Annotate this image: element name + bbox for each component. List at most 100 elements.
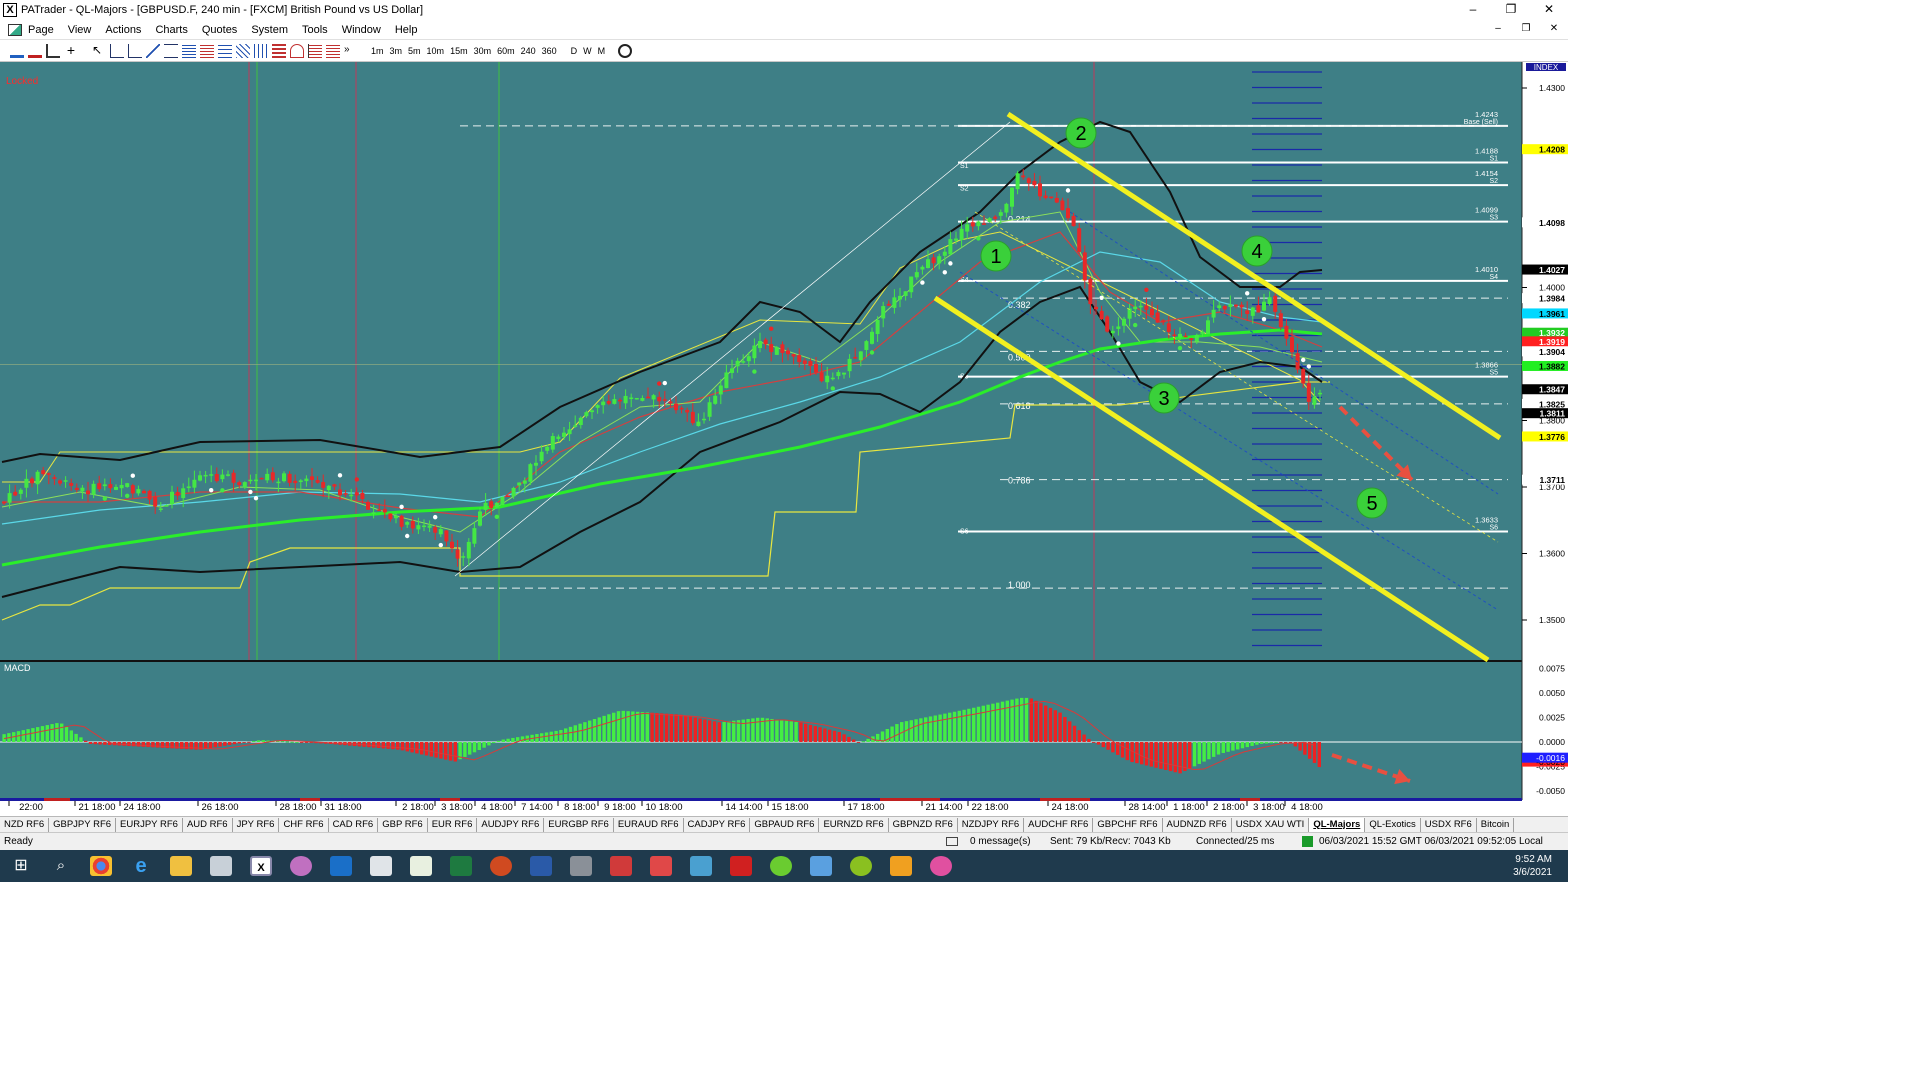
minimize-button[interactable]: – xyxy=(1458,0,1488,20)
orange-app-icon[interactable] xyxy=(890,856,912,876)
app-s2-icon[interactable] xyxy=(650,856,672,876)
word-icon[interactable] xyxy=(530,856,552,876)
symbol-tab[interactable]: Bitcoin xyxy=(1477,817,1515,832)
levels-tool-icon[interactable] xyxy=(308,43,322,58)
tf-5m[interactable]: 5m xyxy=(408,46,421,56)
text-tool-icon[interactable] xyxy=(326,43,340,58)
symbol-tab[interactable]: AUDNZD RF6 xyxy=(1163,817,1232,832)
printer-icon[interactable] xyxy=(570,856,592,876)
symbol-tab[interactable]: NZD RF6 xyxy=(0,817,50,832)
symbol-tab[interactable]: AUDJPY RF6 xyxy=(477,817,545,832)
tf-daily[interactable]: D xyxy=(571,46,578,56)
w-app-icon[interactable] xyxy=(850,856,872,876)
bars-tool-icon[interactable] xyxy=(272,43,286,58)
clock-icon[interactable] xyxy=(618,43,633,58)
calculator-icon[interactable] xyxy=(370,856,392,876)
pointer-icon[interactable]: ↖ xyxy=(92,43,106,58)
vline-tool-icon[interactable] xyxy=(128,43,142,58)
price-chart[interactable]: 0.2140.3820.5000.6180.7861.000S1S2S4S5S6… xyxy=(0,62,1568,814)
notepad-icon[interactable] xyxy=(410,856,432,876)
tf-3m[interactable]: 3m xyxy=(390,46,403,56)
menu-window[interactable]: Window xyxy=(342,24,381,36)
symbol-tab[interactable]: CAD RF6 xyxy=(329,817,379,832)
file-explorer-icon[interactable] xyxy=(170,856,192,876)
child-close-button[interactable]: ✕ xyxy=(1539,20,1569,40)
symbol-tab[interactable]: EURAUD RF6 xyxy=(614,817,684,832)
menu-tools[interactable]: Tools xyxy=(302,24,328,36)
symbol-tab[interactable]: QL-Majors xyxy=(1309,817,1366,832)
fan-tool-icon[interactable] xyxy=(236,43,250,58)
more-tools-icon[interactable]: » xyxy=(344,44,358,58)
buy-tool-icon[interactable] xyxy=(10,44,24,58)
symbol-tab[interactable]: EURNZD RF6 xyxy=(819,817,889,832)
sell-tool-icon[interactable] xyxy=(28,44,42,58)
symbol-tab[interactable]: USDX XAU WTI xyxy=(1232,817,1310,832)
symbol-tab[interactable]: AUDCHF RF6 xyxy=(1024,817,1094,832)
menu-quotes[interactable]: Quotes xyxy=(202,24,237,36)
search-icon[interactable]: ⌕ xyxy=(50,856,72,876)
symbol-tab[interactable]: GBPCHF RF6 xyxy=(1093,817,1163,832)
status-messages[interactable]: 0 message(s) xyxy=(970,836,1031,847)
time-zones-icon[interactable] xyxy=(254,43,268,58)
tf-360[interactable]: 360 xyxy=(542,46,557,56)
symbol-tab[interactable]: GBPAUD RF6 xyxy=(750,817,820,832)
symbol-tab[interactable]: USDX RF6 xyxy=(1421,817,1477,832)
child-minimize-button[interactable]: – xyxy=(1483,20,1513,40)
symbol-tab[interactable]: GBPJPY RF6 xyxy=(49,817,117,832)
windows-start-icon[interactable]: ⊞ xyxy=(10,856,32,876)
symbol-tab[interactable]: EURGBP RF6 xyxy=(544,817,614,832)
menu-page[interactable]: Page xyxy=(28,24,54,36)
tf-240[interactable]: 240 xyxy=(521,46,536,56)
symbol-tab[interactable]: GBPNZD RF6 xyxy=(889,817,958,832)
monitor-app-icon[interactable] xyxy=(810,856,832,876)
symbol-tab[interactable]: CHF RF6 xyxy=(279,817,329,832)
symbol-tab[interactable]: EURJPY RF6 xyxy=(116,817,183,832)
tf-30m[interactable]: 30m xyxy=(474,46,492,56)
menu-system[interactable]: System xyxy=(251,24,288,36)
tf-60m[interactable]: 60m xyxy=(497,46,515,56)
symbol-tab[interactable]: QL-Exotics xyxy=(1365,817,1421,832)
menu-view[interactable]: View xyxy=(68,24,92,36)
snipping-tool-icon[interactable] xyxy=(210,856,232,876)
slack-icon[interactable] xyxy=(930,856,952,876)
chrome-icon[interactable] xyxy=(90,856,112,876)
arc-tool-icon[interactable] xyxy=(290,43,304,58)
channel-tool-icon[interactable] xyxy=(164,43,178,58)
tf-monthly[interactable]: M xyxy=(598,46,606,56)
symbol-tab[interactable]: EUR RF6 xyxy=(428,817,478,832)
chart-area[interactable]: 0.214 0.382 0.500 0.618 0.786 1.000 S1 S2 S4 S5 S6… xyxy=(0,62,1568,814)
tf-1m[interactable]: 1m xyxy=(371,46,384,56)
fib-extension-icon[interactable] xyxy=(200,43,214,58)
menu-charts[interactable]: Charts xyxy=(155,24,187,36)
chart-tool-icon[interactable] xyxy=(46,43,60,58)
camera-app-icon[interactable] xyxy=(290,856,312,876)
patrader-icon[interactable]: X xyxy=(250,856,272,876)
bird-app-icon[interactable] xyxy=(730,856,752,876)
app-s-icon[interactable] xyxy=(610,856,632,876)
powerpoint-icon[interactable] xyxy=(490,856,512,876)
symbol-tab[interactable]: GBP RF6 xyxy=(378,817,428,832)
symbol-tab[interactable]: NZDJPY RF6 xyxy=(958,817,1025,832)
child-restore-button[interactable]: ❐ xyxy=(1511,20,1541,40)
symbol-tab[interactable]: JPY RF6 xyxy=(233,817,280,832)
system-clock[interactable]: 9:52 AM 3/6/2021 xyxy=(1513,853,1552,879)
trendline-tool-icon[interactable] xyxy=(146,43,160,58)
fib-retrace-icon[interactable] xyxy=(182,43,196,58)
green-app-icon[interactable] xyxy=(770,856,792,876)
hline-tool-icon[interactable] xyxy=(110,43,124,58)
outlook-icon[interactable] xyxy=(330,856,352,876)
pivot-tool-icon[interactable] xyxy=(218,43,232,58)
close-button[interactable]: ✕ xyxy=(1534,0,1564,20)
edge-icon[interactable]: e xyxy=(130,856,152,876)
excel-icon[interactable] xyxy=(450,856,472,876)
maximize-button[interactable]: ❐ xyxy=(1496,0,1526,20)
tf-weekly[interactable]: W xyxy=(583,46,592,56)
remote-desktop-icon[interactable] xyxy=(690,856,712,876)
tf-15m[interactable]: 15m xyxy=(450,46,468,56)
symbol-tab[interactable]: CADJPY RF6 xyxy=(684,817,751,832)
menu-help[interactable]: Help xyxy=(395,24,418,36)
crosshair-icon[interactable]: + xyxy=(64,43,78,58)
symbol-tab[interactable]: AUD RF6 xyxy=(183,817,233,832)
menu-actions[interactable]: Actions xyxy=(105,24,141,36)
tf-10m[interactable]: 10m xyxy=(427,46,445,56)
